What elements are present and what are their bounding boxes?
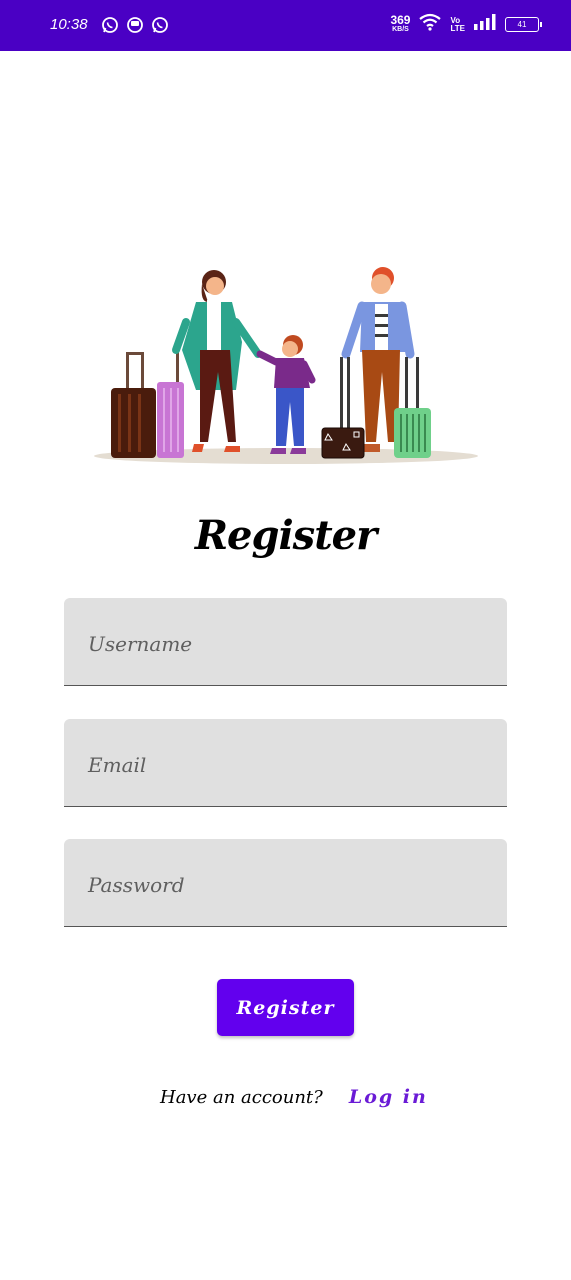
battery-level: 41 bbox=[517, 20, 527, 29]
messaging-icon bbox=[126, 16, 144, 39]
password-field[interactable]: Password bbox=[64, 839, 507, 927]
system-icons: 369 KB/S Vo LTE 41 bbox=[390, 12, 542, 36]
notification-icons bbox=[101, 16, 169, 39]
status-time: 10:38 bbox=[50, 16, 88, 33]
register-button[interactable]: Register bbox=[217, 979, 354, 1036]
page-title: Register bbox=[194, 512, 377, 559]
status-bar: 10:38 369 KB/S Vo LTE 41 bbox=[0, 0, 571, 51]
password-placeholder: Password bbox=[88, 873, 185, 897]
whatsapp-icon bbox=[151, 16, 169, 39]
volte-icon: Vo LTE bbox=[450, 16, 465, 33]
signal-icon bbox=[473, 14, 497, 35]
login-link[interactable]: Log in bbox=[349, 1086, 428, 1108]
username-placeholder: Username bbox=[88, 632, 193, 656]
whatsapp-icon bbox=[101, 16, 119, 39]
username-field[interactable]: Username bbox=[64, 598, 507, 686]
network-speed-value: 369 bbox=[390, 12, 411, 27]
network-speed-unit: KB/S bbox=[392, 25, 409, 33]
battery-icon: 41 bbox=[505, 17, 542, 32]
volte-bottom: LTE bbox=[450, 23, 465, 33]
family-travel-illustration bbox=[90, 262, 482, 472]
wifi-icon bbox=[418, 13, 442, 36]
email-placeholder: Email bbox=[88, 753, 147, 777]
login-prompt: Have an account? Log in bbox=[160, 1086, 428, 1116]
have-account-text: Have an account? bbox=[160, 1087, 323, 1108]
network-speed: 369 KB/S bbox=[390, 12, 411, 34]
email-field[interactable]: Email bbox=[64, 719, 507, 807]
